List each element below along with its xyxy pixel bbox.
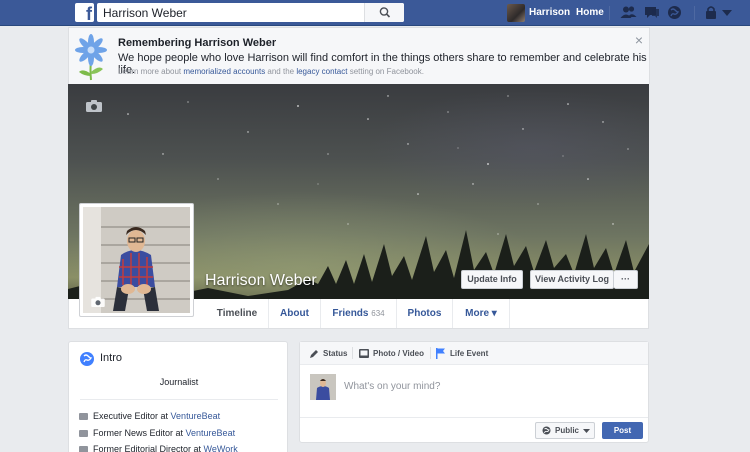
composer-footer: Public Post [300, 417, 648, 442]
photo-icon [359, 349, 369, 358]
job-role: Executive Editor at [93, 411, 171, 421]
briefcase-icon [79, 413, 88, 420]
tab-label: Photos [407, 308, 442, 319]
home-link[interactable]: Home [576, 7, 604, 18]
profile-picture[interactable] [79, 203, 194, 317]
briefcase-icon [79, 430, 88, 437]
profile-name: Harrison Weber [205, 272, 317, 289]
friends-count: 634 [371, 309, 385, 318]
camera-icon[interactable] [91, 296, 105, 307]
post-composer: Status Photo / Video Life Event What's o… [299, 341, 649, 443]
camera-icon[interactable] [86, 99, 102, 112]
employer-link[interactable]: WeWork [204, 444, 238, 452]
learn-more-text: and the [265, 67, 297, 76]
job-role: Former Editorial Director at [93, 444, 204, 452]
friend-requests-icon[interactable] [620, 5, 637, 20]
facebook-logo-letter: f [86, 4, 92, 22]
view-activity-log-button[interactable]: View Activity Log [530, 270, 614, 289]
divider [352, 347, 353, 359]
close-icon[interactable]: × [635, 32, 643, 48]
search-input[interactable] [97, 3, 367, 22]
pencil-icon [310, 350, 318, 358]
facebook-logo[interactable]: f [75, 3, 94, 22]
messages-icon[interactable] [643, 5, 660, 20]
tab-photos[interactable]: Photos [396, 299, 452, 328]
flag-icon [436, 348, 445, 359]
tab-more[interactable]: More ▾ [452, 299, 510, 328]
search-icon [379, 7, 391, 18]
search-button[interactable] [364, 3, 404, 22]
divider [694, 6, 695, 20]
memorial-flower-icon [75, 34, 107, 81]
composer-tab-status[interactable]: Status [323, 342, 347, 365]
more-options-button[interactable]: ··· [614, 270, 638, 289]
profile-link[interactable]: Harrison [529, 7, 570, 18]
audience-selector-button[interactable]: Public [535, 422, 595, 439]
employer-link[interactable]: VentureBeat [186, 428, 236, 438]
account-menu-icon[interactable] [722, 10, 732, 16]
globe-icon [542, 426, 551, 435]
tab-label: Friends [332, 308, 369, 319]
job-role: Former News Editor at [93, 428, 186, 438]
intro-bio: Journalist [159, 377, 199, 387]
list-item: Former Editorial Director at WeWork [93, 444, 238, 452]
composer-tab-photo-video[interactable]: Photo / Video [373, 342, 424, 365]
briefcase-icon [79, 446, 88, 452]
legacy-contact-link[interactable]: legacy contact [296, 67, 347, 76]
tab-label: Timeline [216, 308, 258, 319]
privacy-lock-icon[interactable] [704, 5, 718, 20]
avatar [310, 374, 336, 400]
divider [430, 347, 431, 359]
employer-link[interactable]: VentureBeat [171, 411, 221, 421]
learn-more-text: Learn more about [118, 67, 184, 76]
tab-label: About [280, 308, 309, 319]
globe-icon [80, 352, 94, 366]
memorial-banner: Remembering Harrison Weber We hope peopl… [68, 27, 650, 84]
list-item: Former News Editor at VentureBeat [93, 428, 235, 438]
learn-more-text: setting on Facebook. [347, 67, 424, 76]
tab-friends[interactable]: Friends 634 [320, 299, 396, 328]
memorial-title: Remembering Harrison Weber [118, 37, 277, 49]
divider [609, 6, 610, 20]
tab-about[interactable]: About [268, 299, 320, 328]
composer-tab-life-event[interactable]: Life Event [450, 342, 488, 365]
whats-on-your-mind-input[interactable]: What's on your mind? [344, 381, 440, 392]
notifications-globe-icon[interactable] [667, 5, 682, 20]
intro-card: Intro Journalist Executive Editor at Ven… [68, 341, 288, 452]
chevron-down-icon [583, 429, 590, 433]
tab-timeline[interactable]: Timeline [206, 299, 268, 328]
audience-label: Public [555, 426, 580, 435]
top-navigation-bar: f Harrison Home [0, 0, 750, 26]
divider [80, 399, 278, 400]
profile-photo [83, 207, 190, 313]
post-button[interactable]: Post [602, 422, 643, 439]
memorial-learn-more: Learn more about memorialized accounts a… [118, 67, 424, 76]
avatar[interactable] [507, 4, 525, 22]
update-info-button[interactable]: Update Info [461, 270, 523, 289]
tab-label: More ▾ [465, 308, 497, 319]
list-item: Executive Editor at VentureBeat [93, 411, 220, 421]
search-box [97, 3, 404, 22]
intro-title: Intro [100, 352, 123, 364]
composer-tabs: Status Photo / Video Life Event [300, 342, 648, 365]
memorialized-accounts-link[interactable]: memorialized accounts [183, 67, 265, 76]
